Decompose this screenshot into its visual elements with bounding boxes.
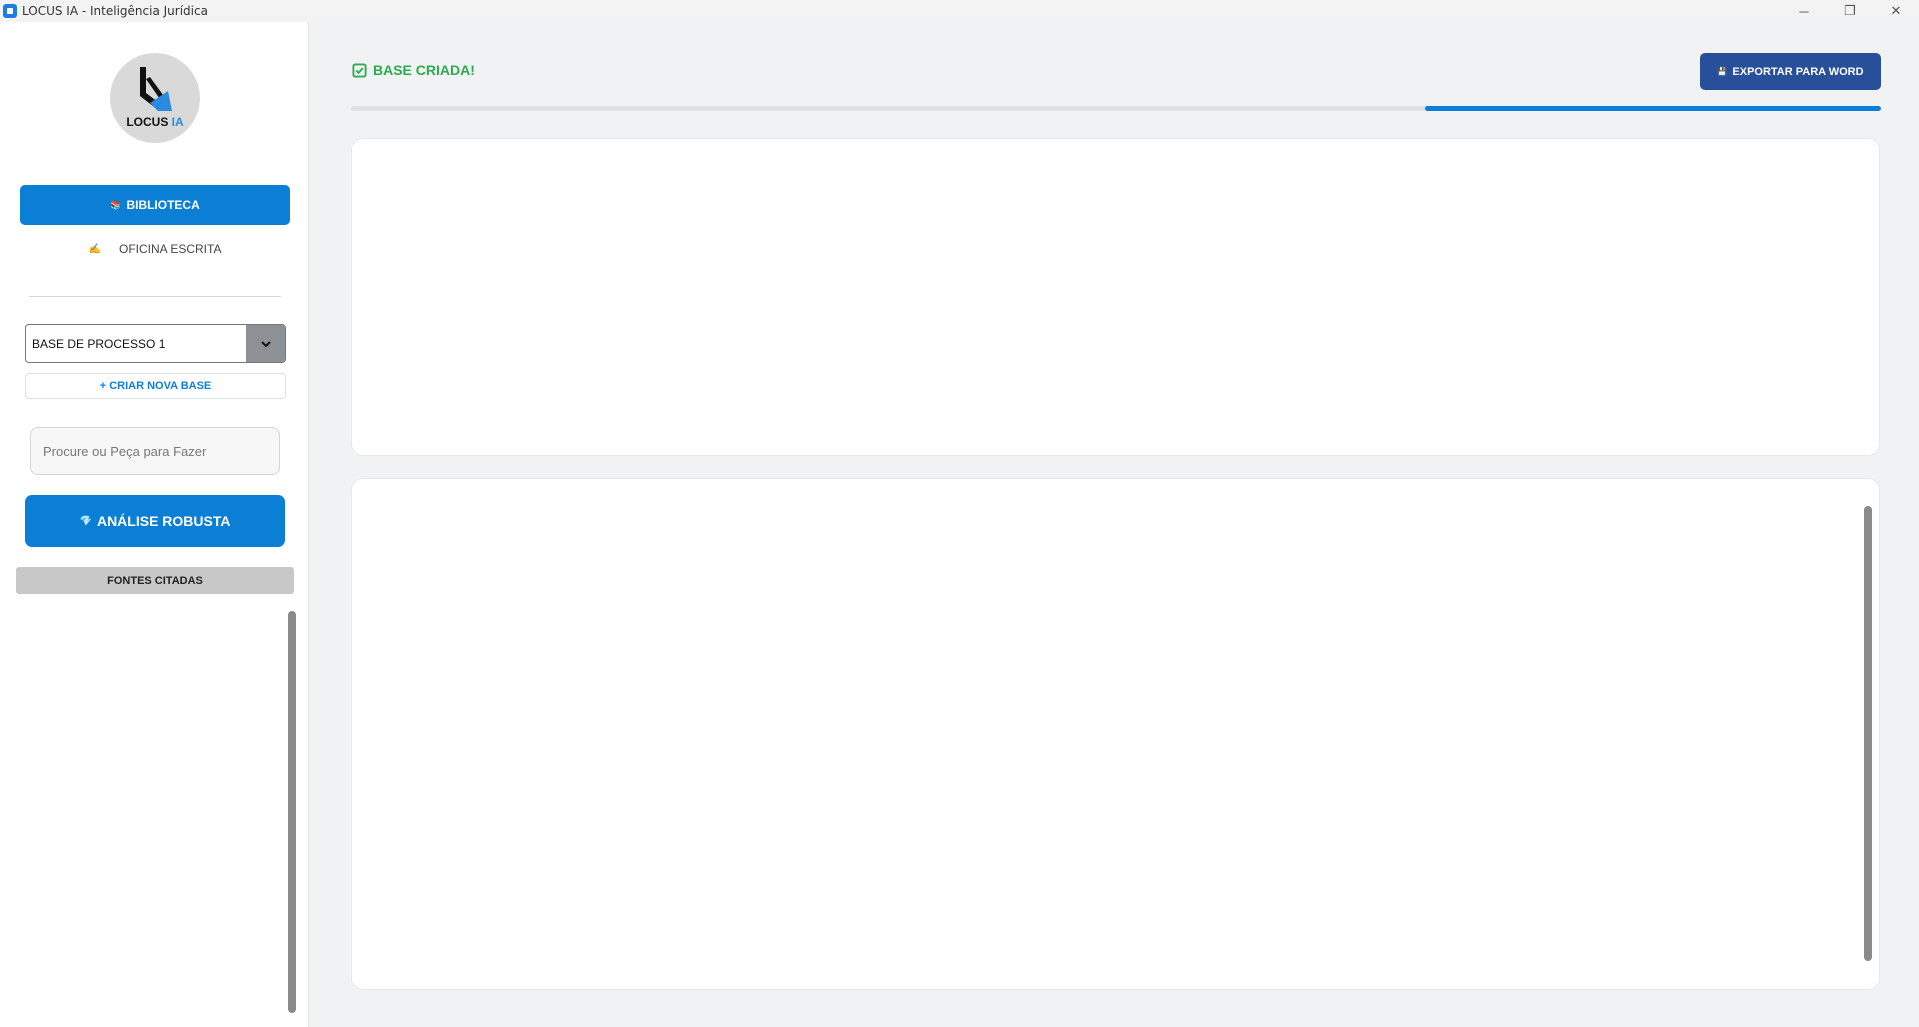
status-text: BASE CRIADA! bbox=[373, 62, 475, 78]
biblioteca-button[interactable]: 📚 BIBLIOTECA bbox=[20, 185, 290, 225]
base-select[interactable]: BASE DE PROCESSO 1 bbox=[25, 324, 286, 363]
logo-text: LOCUS IA bbox=[110, 115, 200, 129]
progress-fill bbox=[1425, 106, 1881, 111]
minimize-button[interactable]: ─ bbox=[1781, 0, 1827, 22]
restore-button[interactable]: ❐ bbox=[1827, 0, 1873, 22]
locus-logo: LOCUS IA bbox=[110, 53, 200, 143]
diamond-icon: 💎 bbox=[79, 515, 92, 527]
export-word-button[interactable]: 💾 EXPORTAR PARA WORD bbox=[1700, 53, 1881, 90]
app-icon bbox=[3, 4, 17, 18]
window-titlebar: LOCUS IA - Inteligência Jurídica ─ ❐ ✕ bbox=[0, 0, 1919, 22]
base-select-value: BASE DE PROCESSO 1 bbox=[32, 336, 166, 351]
content-panel-top bbox=[351, 138, 1880, 456]
create-base-button[interactable]: + CRIAR NOVA BASE bbox=[25, 373, 286, 399]
sidebar-divider bbox=[29, 296, 281, 297]
analise-robusta-label: ANÁLISE ROBUSTA bbox=[96, 513, 231, 529]
panel-scrollbar[interactable] bbox=[1864, 506, 1872, 961]
export-word-label: EXPORTAR PARA WORD bbox=[1732, 65, 1864, 78]
save-icon: 💾 bbox=[1717, 67, 1728, 76]
analise-robusta-button[interactable]: 💎 ANÁLISE ROBUSTA bbox=[25, 495, 285, 547]
window-controls: ─ ❐ ✕ bbox=[1781, 0, 1919, 22]
oficina-escrita-label: OFICINA ESCRITA bbox=[118, 242, 222, 256]
fontes-citadas-header: FONTES CITADAS bbox=[16, 567, 294, 594]
checkbox-checked-icon bbox=[352, 62, 367, 78]
chevron-down-icon[interactable] bbox=[246, 325, 285, 362]
content-panel-bottom bbox=[351, 478, 1880, 990]
logo-text-main: LOCUS bbox=[126, 115, 169, 129]
biblioteca-label: BIBLIOTECA bbox=[126, 198, 200, 212]
fontes-citadas-list bbox=[16, 607, 294, 1027]
progress-bar bbox=[351, 106, 1881, 111]
library-icon: 📚 bbox=[110, 199, 122, 210]
sidebar: LOCUS IA 📚 BIBLIOTECA ✍ OFICINA ESCRITA … bbox=[0, 22, 309, 1027]
window-title: LOCUS IA - Inteligência Jurídica bbox=[22, 4, 208, 18]
search-input[interactable] bbox=[30, 427, 280, 475]
close-button[interactable]: ✕ bbox=[1873, 0, 1919, 22]
logo-text-accent: IA bbox=[171, 115, 184, 129]
oficina-escrita-button[interactable]: ✍ OFICINA ESCRITA bbox=[20, 234, 290, 264]
status-message: BASE CRIADA! bbox=[352, 62, 475, 78]
writing-hand-icon: ✍ bbox=[88, 243, 101, 255]
logo-mark-icon bbox=[140, 67, 172, 111]
sidebar-scrollbar[interactable] bbox=[288, 611, 296, 1013]
